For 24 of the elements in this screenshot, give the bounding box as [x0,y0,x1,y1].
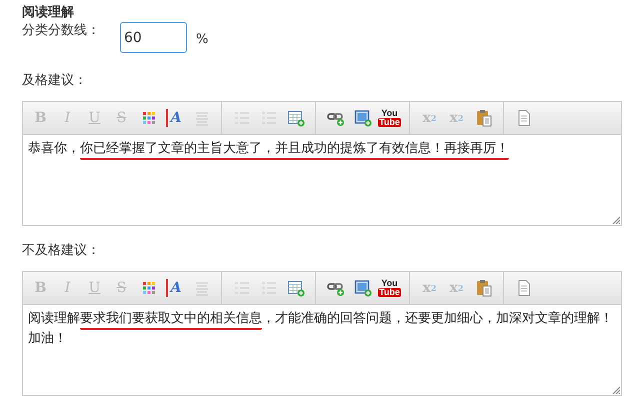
bullet-list-icon [260,109,278,127]
table-icon [286,279,304,297]
field-label: 不及格建议： [22,242,101,260]
image-icon [354,279,372,297]
text-color-button[interactable]: A [166,279,184,297]
bullet-list-icon [260,279,278,297]
score-input[interactable]: 60 [120,22,187,53]
video-button[interactable]: You Tube [376,105,403,131]
editor-text: 阅读理解要求我们要获取文中的相关信息，才能准确的回答问题，还要更加细心，加深对文章的理解！加油！ [27,310,614,348]
video-button[interactable]: You Tube [376,275,403,301]
resize-handle[interactable] [612,386,620,394]
section-title: 阅读理解 [22,4,75,22]
field-label: 分类分数线： [22,22,101,40]
unit-label: % [196,32,208,47]
paste-icon [474,279,492,297]
numbered-list-icon [232,279,250,297]
paste-icon [474,109,492,127]
numbered-list-icon [232,109,250,127]
text-color-button[interactable]: A [166,109,184,127]
resize-handle[interactable] [612,216,620,224]
field-label: 及格建议： [22,72,88,90]
table-icon [286,109,304,127]
image-icon [354,109,372,127]
editor-text: 恭喜你，你已经掌握了文章的主旨大意了，并且成功的提炼了有效信息！再接再厉！ [23,135,621,163]
